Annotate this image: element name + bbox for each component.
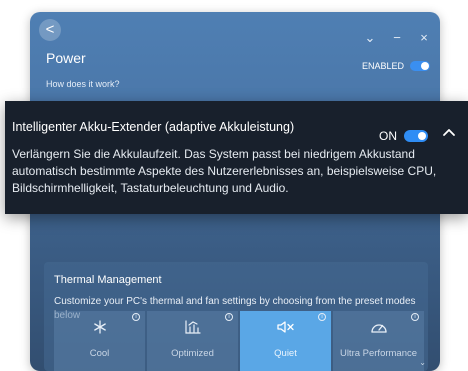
close-icon[interactable]: × (418, 30, 430, 46)
mode-cool[interactable]: i Cool (54, 311, 145, 371)
scroll-down-icon[interactable]: ⌄ (419, 358, 426, 367)
chevron-up-icon[interactable] (441, 125, 457, 141)
feature-state: ON (379, 129, 428, 143)
snowflake-icon (93, 320, 106, 334)
gauge-icon (370, 324, 387, 333)
thermal-modes: i Cool i Optimized i Quiet i Ultra Perfo… (54, 311, 424, 371)
collapse-icon[interactable]: ⌄ (364, 30, 376, 46)
mode-label: Optimized (171, 348, 214, 359)
chart-icon (184, 320, 201, 334)
enabled-toggle[interactable] (410, 61, 430, 71)
back-button[interactable]: < (39, 19, 61, 41)
mode-optimized[interactable]: i Optimized (147, 311, 238, 371)
page-title: Power (46, 50, 86, 66)
enabled-toggle-row: ENABLED (362, 61, 430, 71)
minimize-icon[interactable]: − (391, 30, 403, 46)
speaker-mute-icon (276, 321, 294, 333)
window-controls: ⌄ − × (364, 30, 430, 46)
thermal-management-section: Thermal Management Customize your PC's t… (44, 262, 428, 371)
mode-label: Cool (89, 348, 110, 359)
feature-tooltip-panel: Intelligenter Akku-Extender (adaptive Ak… (5, 101, 468, 214)
thermal-title: Thermal Management (54, 274, 162, 286)
how-it-works-link[interactable]: How does it work? (46, 79, 120, 89)
enabled-label: ENABLED (361, 61, 404, 71)
mode-ultra-performance[interactable]: i Ultra Performance (333, 311, 424, 371)
mode-quiet[interactable]: i Quiet (240, 311, 331, 371)
mode-label: Quiet (274, 348, 297, 359)
feature-state-label: ON (379, 129, 397, 143)
mode-label: Ultra Performance (339, 348, 418, 359)
feature-description: Verlängern Sie die Akkulaufzeit. Das Sys… (12, 147, 437, 195)
feature-toggle[interactable] (404, 130, 428, 142)
